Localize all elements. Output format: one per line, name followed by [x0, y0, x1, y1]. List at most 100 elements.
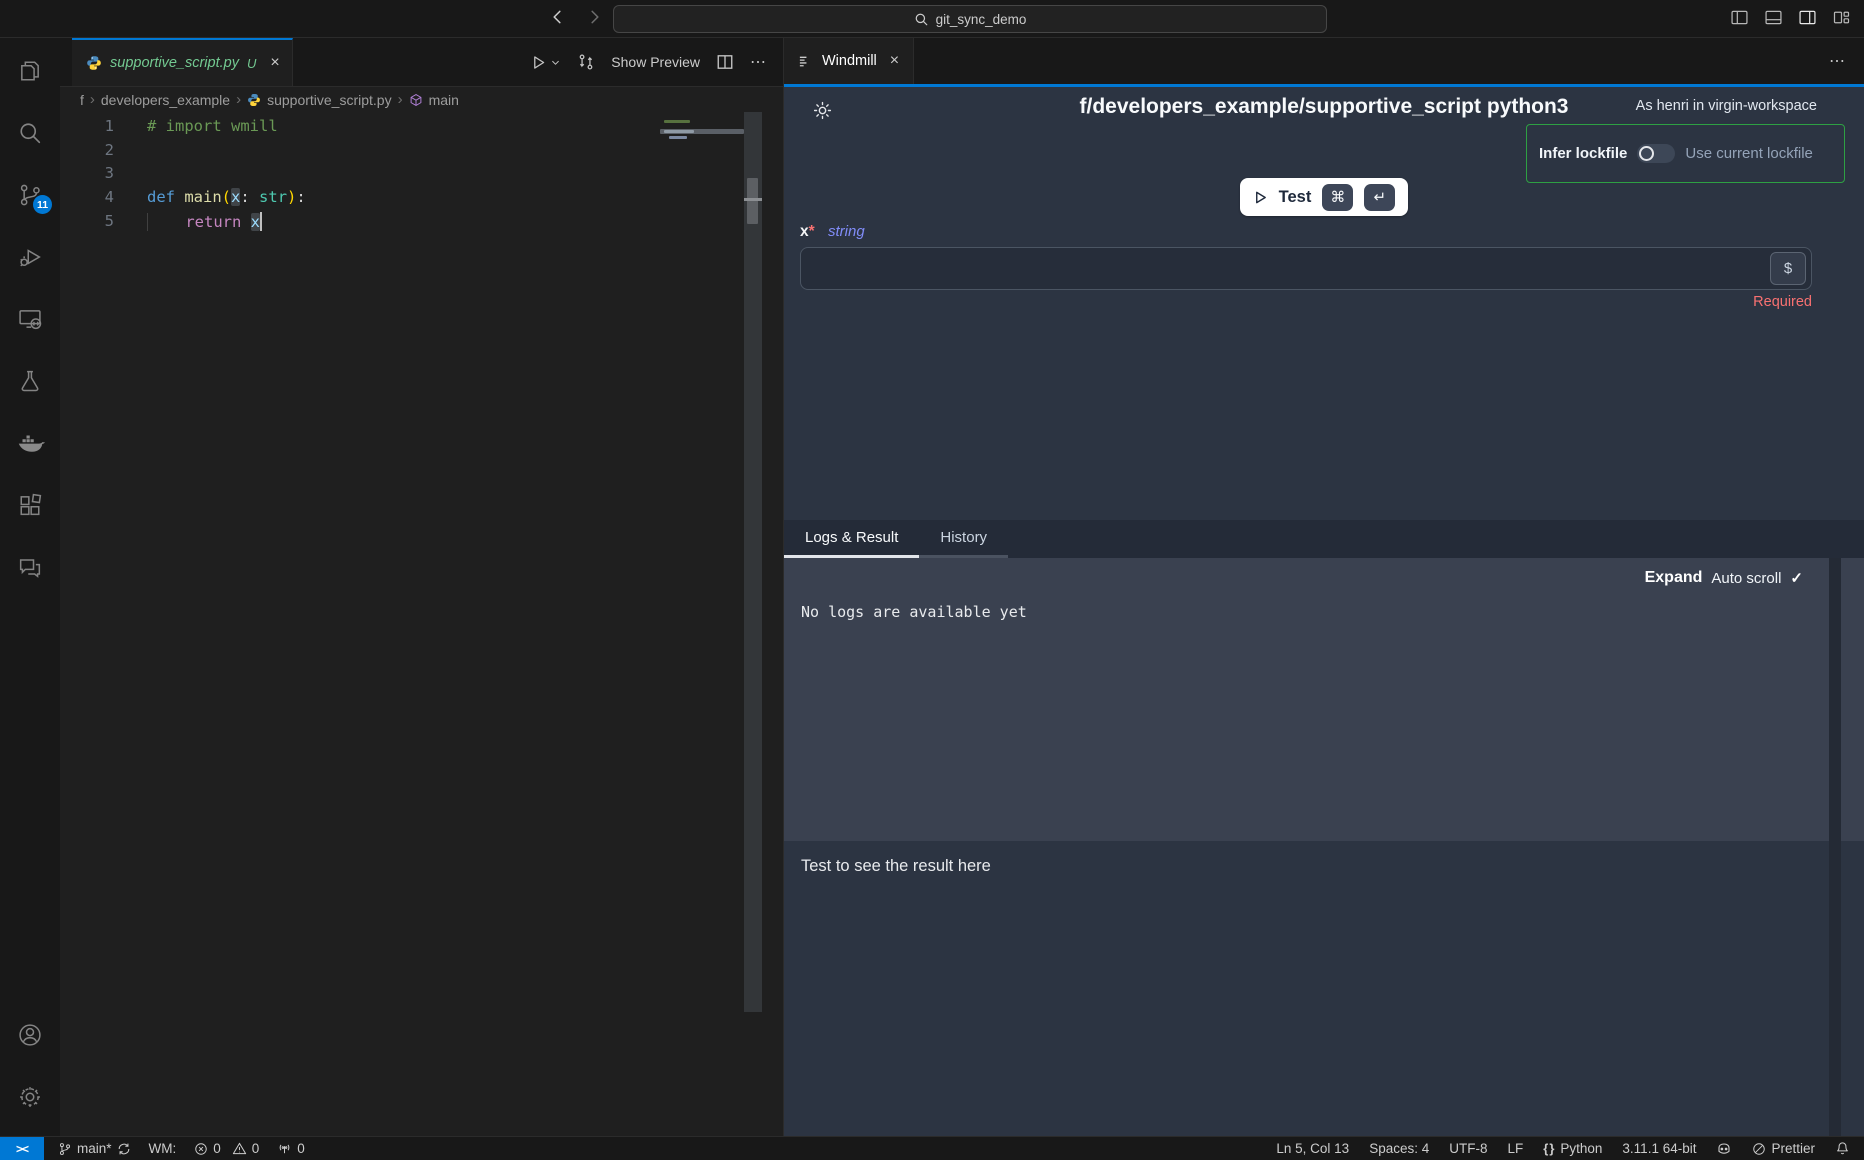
layout-controls	[1729, 7, 1852, 28]
testing-icon[interactable]	[15, 366, 45, 396]
toggle-knob	[1639, 146, 1654, 161]
editor-group: supportive_script.py U × Show Preview ⋯	[60, 38, 783, 1136]
lockfile-toggle[interactable]	[1637, 144, 1675, 163]
remote-indicator[interactable]: ><	[0, 1137, 44, 1160]
warning-icon	[232, 1141, 247, 1156]
breadcrumb-separator: ›	[236, 91, 241, 108]
cursor-position[interactable]: Ln 5, Col 13	[1276, 1141, 1349, 1156]
editor-actions: Show Preview ⋯	[530, 38, 783, 86]
customize-layout-icon[interactable]	[1831, 7, 1852, 28]
overview-ruler-cursor	[744, 198, 762, 201]
ports-indicator[interactable]: 0	[277, 1141, 305, 1156]
webview-list-icon	[798, 54, 813, 69]
extensions-icon[interactable]	[15, 490, 45, 520]
search-icon[interactable]	[15, 118, 45, 148]
command-center-search[interactable]: git_sync_demo	[613, 5, 1327, 33]
test-button-label: Test	[1279, 188, 1312, 207]
history-nav	[545, 5, 607, 29]
braces-icon: {}	[1543, 1141, 1555, 1156]
breadcrumb-symbol[interactable]: main	[429, 92, 459, 108]
breadcrumb-file[interactable]: supportive_script.py	[267, 92, 392, 108]
tab-logs-result[interactable]: Logs & Result	[784, 520, 919, 558]
webview-scrollbar[interactable]	[1829, 558, 1841, 1136]
problems-indicator[interactable]: 0 0	[194, 1141, 259, 1156]
search-icon	[914, 12, 929, 27]
lockfile-options-box: Infer lockfile Use current lockfile	[1526, 124, 1845, 183]
docker-icon[interactable]	[15, 428, 45, 458]
chevron-down-icon	[550, 57, 561, 68]
tab-windmill[interactable]: Windmill ×	[784, 38, 914, 84]
more-actions-icon[interactable]: ⋯	[750, 52, 767, 72]
remote-explorer-icon[interactable]	[15, 304, 45, 334]
explorer-icon[interactable]	[15, 56, 45, 86]
settings-gear-icon[interactable]	[15, 1082, 45, 1112]
wm-status[interactable]: WM:	[149, 1141, 177, 1156]
breadcrumb-folder[interactable]: developers_example	[101, 92, 230, 108]
close-icon[interactable]: ×	[890, 53, 899, 69]
tab-supportive-script[interactable]: supportive_script.py U ×	[72, 38, 293, 86]
forward-arrow-icon[interactable]	[583, 5, 607, 29]
indentation[interactable]: Spaces: 4	[1369, 1141, 1429, 1156]
enter-key-icon: ↵	[1364, 184, 1395, 211]
encoding[interactable]: UTF-8	[1449, 1141, 1487, 1156]
language-mode[interactable]: {} Python	[1543, 1141, 1602, 1156]
minimap[interactable]	[660, 114, 744, 234]
tab-history[interactable]: History	[919, 520, 1008, 558]
show-preview-button[interactable]: Show Preview	[611, 54, 700, 70]
status-bar: >< main* WM: 0 0 0 Ln 5, Col 13 Spaces: …	[0, 1136, 1864, 1160]
result-placeholder: Test to see the result here	[801, 857, 991, 876]
close-icon[interactable]: ×	[270, 55, 279, 71]
run-python-file-icon[interactable]	[530, 54, 561, 71]
result-tabs: Logs & Result History	[784, 520, 1864, 558]
tab-filename: supportive_script.py	[110, 55, 239, 71]
search-value: git_sync_demo	[936, 12, 1027, 27]
scrollbar-thumb[interactable]	[747, 178, 758, 224]
run-context-label: As henri in virgin-workspace	[1636, 98, 1817, 114]
toggle-panel-icon[interactable]	[1763, 7, 1784, 28]
source-control-icon[interactable]: 11	[15, 180, 45, 210]
result-panel: Test to see the result here	[784, 841, 1864, 1136]
notifications-bell-icon[interactable]	[1835, 1141, 1850, 1156]
account-icon[interactable]	[15, 1020, 45, 1050]
field-input-wrapper: $	[800, 247, 1812, 290]
use-current-lockfile-label: Use current lockfile	[1685, 145, 1813, 162]
toggle-secondary-sidebar-icon[interactable]	[1797, 7, 1818, 28]
python-interpreter[interactable]: 3.11.1 64-bit	[1622, 1141, 1696, 1156]
open-changes-icon[interactable]	[577, 53, 595, 71]
toggle-sidebar-icon[interactable]	[1729, 7, 1750, 28]
windmill-tab-label: Windmill	[822, 53, 877, 69]
back-arrow-icon[interactable]	[545, 5, 569, 29]
breadcrumb-separator: ›	[398, 91, 403, 108]
error-icon	[194, 1142, 208, 1156]
branch-indicator[interactable]: main*	[58, 1141, 131, 1156]
required-message: Required	[1753, 294, 1812, 310]
windmill-panel-group: Windmill × ⋯ f/developers_example/suppor…	[783, 38, 1864, 1136]
broadcast-icon	[277, 1141, 292, 1156]
slash-circle-icon	[1752, 1142, 1766, 1156]
x-input[interactable]	[801, 248, 1811, 289]
autoscroll-label[interactable]: Auto scroll	[1711, 570, 1781, 587]
eol-sequence[interactable]: LF	[1508, 1141, 1524, 1156]
source-control-badge: 11	[33, 195, 52, 214]
editor-tab-bar: supportive_script.py U × Show Preview ⋯	[60, 38, 783, 87]
comments-icon[interactable]	[15, 552, 45, 582]
logs-empty-message: No logs are available yet	[801, 603, 1027, 621]
formatter-indicator[interactable]: Prettier	[1752, 1141, 1815, 1156]
editor-scrollbar[interactable]	[744, 112, 762, 1012]
more-actions-icon[interactable]: ⋯	[1829, 51, 1846, 71]
insert-variable-button[interactable]: $	[1770, 252, 1806, 285]
breadcrumb-root[interactable]: f	[80, 92, 84, 108]
check-icon[interactable]: ✓	[1790, 569, 1803, 587]
play-icon	[1253, 190, 1268, 205]
title-bar: git_sync_demo	[0, 0, 1864, 38]
test-button[interactable]: Test ⌘ ↵	[1240, 178, 1409, 216]
code-editor[interactable]: 1# import wmill234def main(x: str):5 ret…	[60, 112, 783, 1136]
run-and-debug-icon[interactable]	[15, 242, 45, 272]
python-file-icon	[247, 93, 261, 107]
windmill-webview: f/developers_example/supportive_script p…	[784, 87, 1864, 1136]
field-type: string	[828, 223, 865, 240]
expand-button[interactable]: Expand	[1645, 569, 1703, 587]
copilot-icon[interactable]	[1716, 1141, 1732, 1157]
split-editor-icon[interactable]	[716, 53, 734, 71]
python-file-icon	[86, 55, 102, 71]
